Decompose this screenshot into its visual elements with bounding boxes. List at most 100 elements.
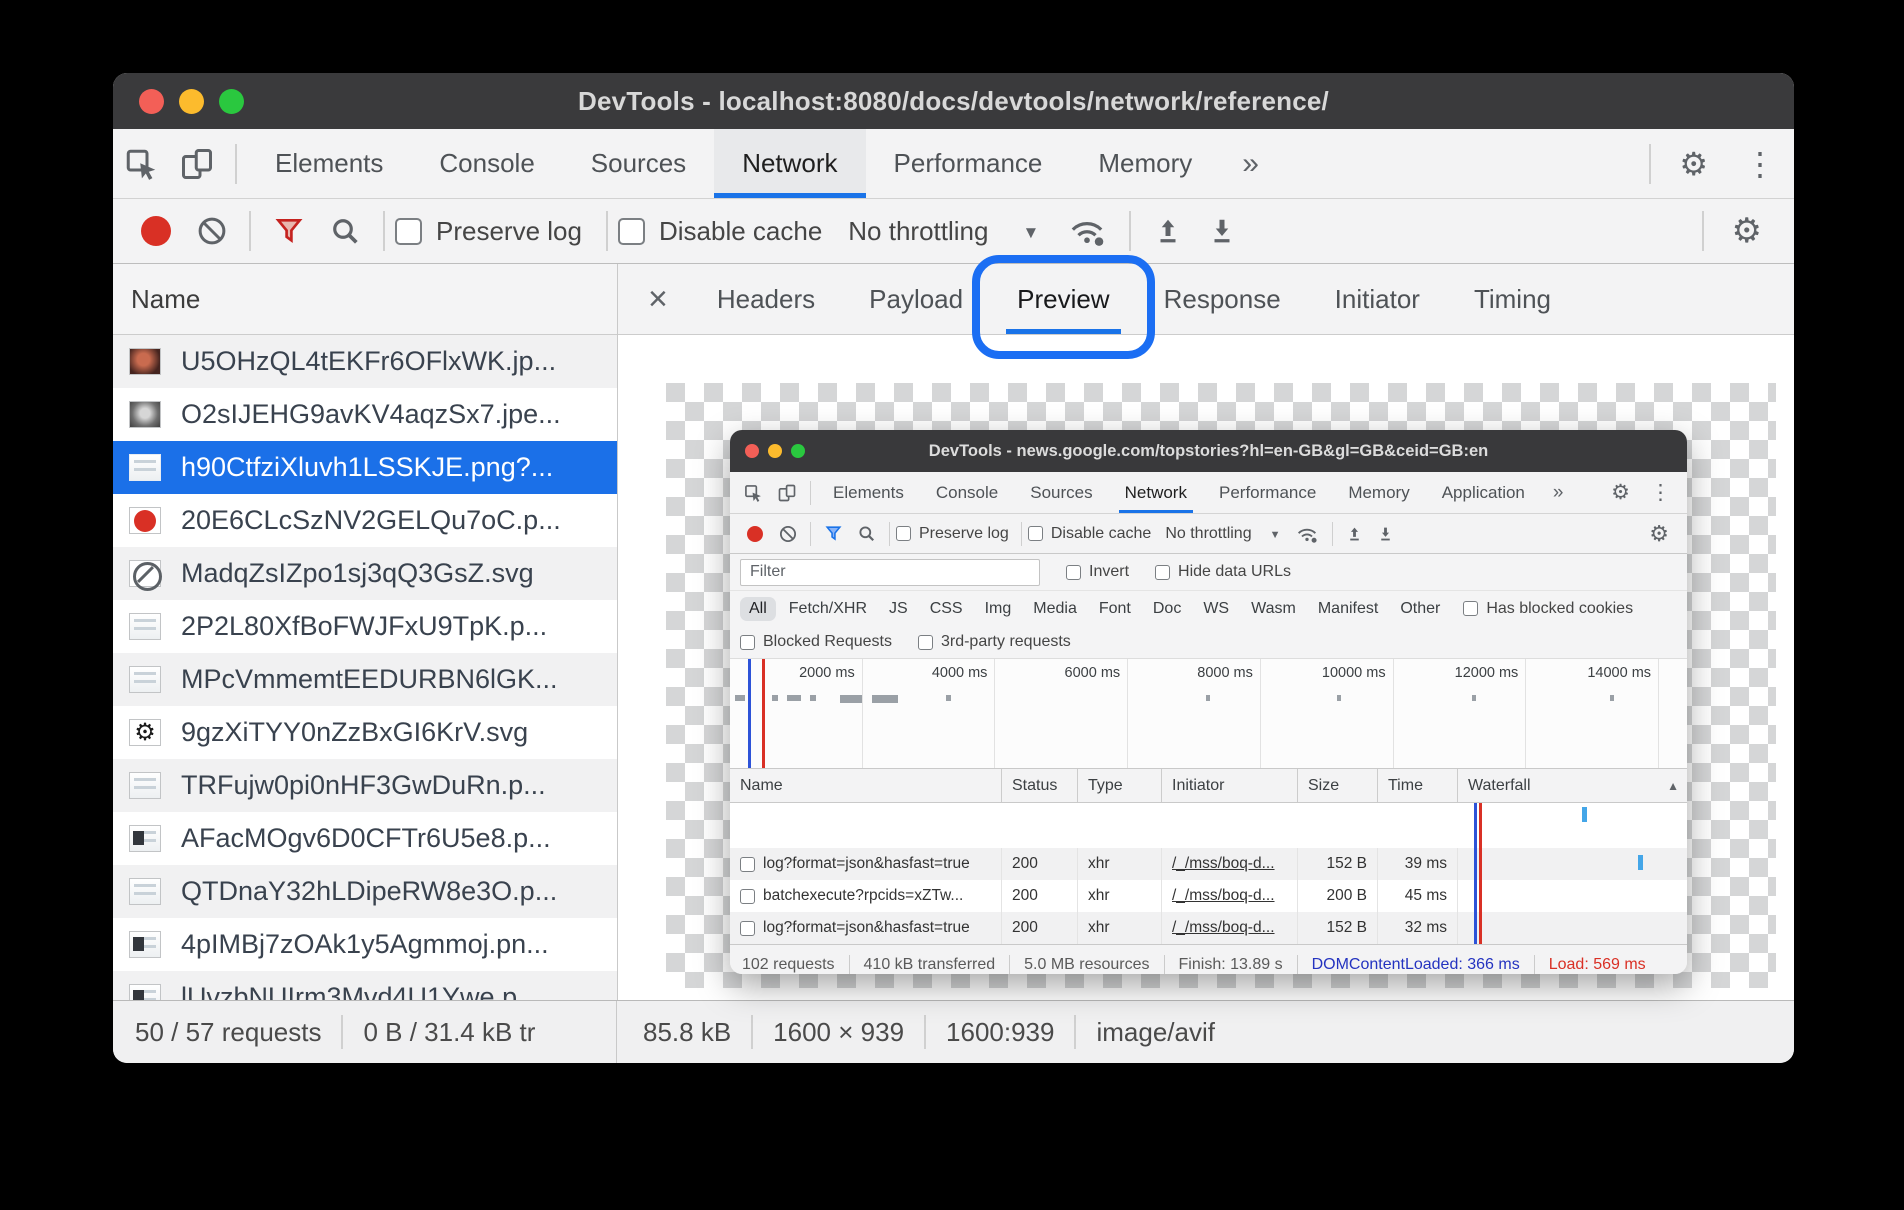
timeline-tick-label: 12000 ms bbox=[1455, 665, 1519, 681]
import-har-button[interactable] bbox=[1141, 215, 1195, 247]
request-row[interactable]: 2P2L80XfBoFWJFxU9TpK.p... bbox=[113, 600, 617, 653]
nested-has-blocked-cookies-label: Has blocked cookies bbox=[1486, 600, 1633, 618]
request-row[interactable]: 4pIMBj7zOAk1y5Agmmoj.pn... bbox=[113, 918, 617, 971]
tab-payload[interactable]: Payload bbox=[842, 264, 990, 334]
inspect-element-button[interactable] bbox=[113, 129, 169, 198]
disable-cache-checkbox[interactable] bbox=[618, 218, 645, 245]
clear-button[interactable] bbox=[185, 216, 239, 246]
request-row[interactable]: AFacMOgv6D0CFTr6U5e8.p... bbox=[113, 812, 617, 865]
record-button[interactable] bbox=[141, 216, 171, 246]
request-row[interactable]: MPcVmmemtEEDURBN6lGK... bbox=[113, 653, 617, 706]
tab-initiator[interactable]: Initiator bbox=[1308, 264, 1447, 334]
device-toolbar-button[interactable] bbox=[169, 129, 225, 198]
file-thumbnail-icon bbox=[129, 666, 161, 693]
nested-inspect-cursor-icon bbox=[736, 472, 770, 513]
tab-timing[interactable]: Timing bbox=[1447, 264, 1578, 334]
request-row[interactable]: O2sIJEHG9avKV4aqzSx7.jpe... bbox=[113, 388, 617, 441]
tab-headers[interactable]: Headers bbox=[690, 264, 842, 334]
search-button[interactable] bbox=[317, 215, 373, 247]
network-conditions-button[interactable] bbox=[1055, 214, 1119, 248]
nested-hide-data-urls-option: Hide data URLs bbox=[1155, 563, 1291, 581]
nested-settings-gear-icon: ⚙ bbox=[1601, 472, 1640, 513]
file-thumbnail-icon bbox=[129, 772, 161, 799]
request-row[interactable]: 9gzXiTYY0nZzBxGI6KrV.svg bbox=[113, 706, 617, 759]
status-bar-right: 85.8 kB 1600 × 939 1600:939 image/avif bbox=[617, 1001, 1215, 1063]
request-row[interactable]: U5OHzQL4tEKFr6OFlxWK.jp... bbox=[113, 335, 617, 388]
window-title: DevTools - localhost:8080/docs/devtools/… bbox=[113, 86, 1794, 117]
nested-filter-chip-font: Font bbox=[1090, 597, 1140, 621]
request-row[interactable]: MadqZsIZpo1sj3qQ3GsZ.svg bbox=[113, 547, 617, 600]
nested-request-row: batchexecute?rpcids=xZTw... 200 xhr /_/m… bbox=[730, 880, 1687, 912]
file-thumbnail-icon bbox=[129, 878, 161, 905]
nested-search-icon bbox=[850, 524, 883, 543]
nested-filter-funnel-icon bbox=[817, 524, 850, 543]
tab-preview-label: Preview bbox=[1017, 284, 1109, 315]
request-row[interactable]: lUvzbNUIrm3Mvd4U1Ywe.p... bbox=[113, 971, 617, 1000]
column-header-size: Size bbox=[1298, 769, 1378, 802]
column-header-status: Status bbox=[1002, 769, 1078, 802]
tab-elements[interactable]: Elements bbox=[247, 129, 411, 198]
window-titlebar[interactable]: DevTools - localhost:8080/docs/devtools/… bbox=[113, 73, 1794, 129]
nested-preserve-log-label: Preserve log bbox=[919, 525, 1009, 543]
timeline-tick-label: 8000 ms bbox=[1197, 665, 1253, 681]
cell-time: 39 ms bbox=[1378, 848, 1458, 880]
tab-performance[interactable]: Performance bbox=[866, 129, 1071, 198]
timeline-section: 8000 ms bbox=[1128, 659, 1261, 768]
kebab-menu-icon[interactable]: ⋮ bbox=[1726, 129, 1794, 198]
file-thumbnail-icon bbox=[129, 984, 161, 1000]
timeline-tick-label: 14000 ms bbox=[1587, 665, 1651, 681]
name-column-header[interactable]: Name bbox=[113, 264, 617, 335]
throttling-select[interactable]: No throttling bbox=[848, 216, 988, 247]
more-tabs-button[interactable]: » bbox=[1220, 129, 1281, 198]
timeline-activity-mark bbox=[787, 695, 801, 701]
request-name: QTDnaY32hLDipeRW8e3O.p... bbox=[181, 876, 557, 907]
tab-response[interactable]: Response bbox=[1137, 264, 1308, 334]
nested-blocked-requests-label: Blocked Requests bbox=[763, 633, 892, 651]
request-row[interactable]: QTDnaY32hLDipeRW8e3O.p... bbox=[113, 865, 617, 918]
divider bbox=[924, 1015, 926, 1049]
divider bbox=[1164, 955, 1165, 975]
network-settings-gear-icon[interactable]: ⚙ bbox=[1714, 211, 1780, 251]
transparency-checkerboard: DevTools - news.google.com/topstories?hl… bbox=[666, 383, 1776, 988]
tab-console[interactable]: Console bbox=[411, 129, 562, 198]
active-tab-underline bbox=[1006, 329, 1120, 334]
chevron-down-icon[interactable]: ▼ bbox=[1022, 223, 1039, 243]
column-header-name: Name bbox=[730, 769, 1002, 802]
request-row-selected[interactable]: h90CtfziXluvh1LSSKJE.png?... bbox=[113, 441, 617, 494]
nested-window-title: DevTools - news.google.com/topstories?hl… bbox=[730, 442, 1687, 461]
tab-memory[interactable]: Memory bbox=[1070, 129, 1220, 198]
cell-status: 200 bbox=[1002, 880, 1078, 912]
cell-time: 32 ms bbox=[1378, 912, 1458, 944]
nested-disable-cache-checkbox bbox=[1028, 526, 1043, 541]
nested-dcl-time: DOMContentLoaded: 366 ms bbox=[1312, 956, 1520, 974]
nested-invert-option: Invert bbox=[1066, 563, 1129, 581]
divider bbox=[249, 211, 251, 251]
preserve-log-label: Preserve log bbox=[436, 216, 582, 247]
nested-filter-chip-doc: Doc bbox=[1144, 597, 1190, 621]
timeline-activity-mark bbox=[1206, 695, 1210, 701]
preserve-log-checkbox[interactable] bbox=[395, 218, 422, 245]
nested-invert-checkbox bbox=[1066, 565, 1081, 580]
filter-button[interactable] bbox=[261, 215, 317, 247]
settings-gear-icon[interactable]: ⚙ bbox=[1661, 129, 1726, 198]
tab-network[interactable]: Network bbox=[714, 129, 865, 198]
request-name: MPcVmmemtEEDURBN6lGK... bbox=[181, 664, 558, 695]
nested-third-party-checkbox bbox=[918, 635, 933, 650]
close-detail-button[interactable]: × bbox=[626, 264, 690, 334]
request-row[interactable]: TRFujw0pi0nHF3GwDuRn.p... bbox=[113, 759, 617, 812]
request-row[interactable]: 20E6CLcSzNV2GELQu7oC.p... bbox=[113, 494, 617, 547]
nested-network-toolbar: Preserve log Disable cache No throttling… bbox=[730, 514, 1687, 554]
divider bbox=[1009, 955, 1010, 975]
export-har-button[interactable] bbox=[1195, 215, 1249, 247]
disable-cache-label: Disable cache bbox=[659, 216, 822, 247]
tab-sources[interactable]: Sources bbox=[563, 129, 714, 198]
tab-preview[interactable]: Preview bbox=[990, 264, 1136, 334]
cell-initiator: /_/mss/boq-d... bbox=[1162, 848, 1298, 880]
timeline-section: 10000 ms bbox=[1261, 659, 1394, 768]
divider bbox=[751, 1015, 753, 1049]
preview-pane: DevTools - news.google.com/topstories?hl… bbox=[618, 335, 1794, 1000]
load-marker-line bbox=[762, 659, 765, 768]
timeline-activity-mark bbox=[772, 695, 778, 701]
previewed-image-devtools-screenshot: DevTools - news.google.com/topstories?hl… bbox=[730, 430, 1687, 974]
requests-list: U5OHzQL4tEKFr6OFlxWK.jp... O2sIJEHG9avKV… bbox=[113, 335, 617, 1000]
